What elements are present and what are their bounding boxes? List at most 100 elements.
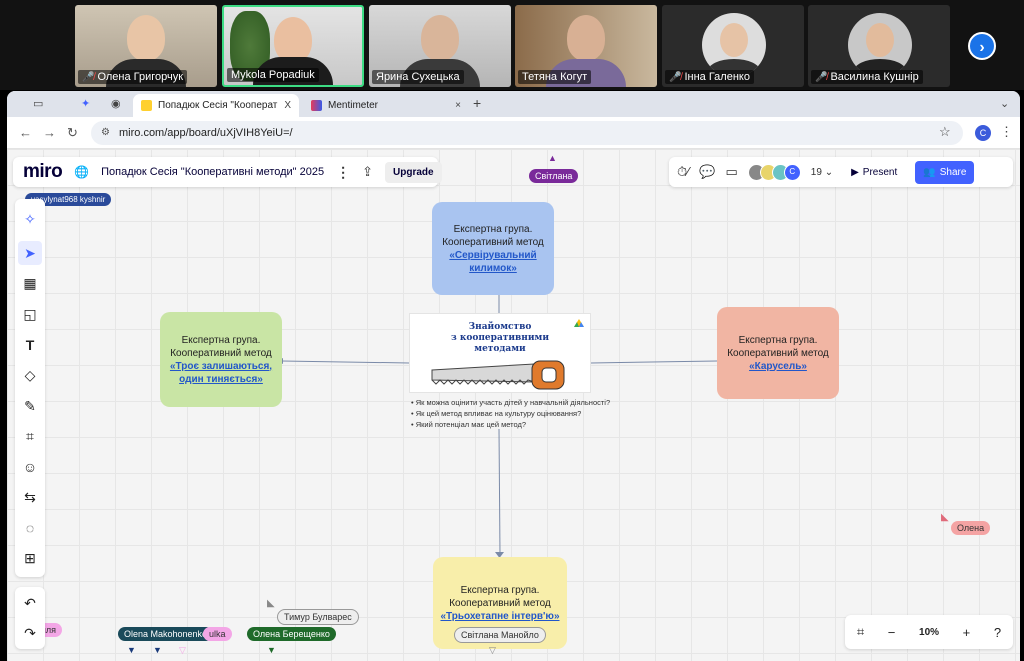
back-icon[interactable]: ← bbox=[19, 125, 32, 140]
present-button[interactable]: ▶ Present bbox=[843, 162, 905, 183]
participant-photo bbox=[848, 13, 912, 77]
zoom-controls: ⌗ − 10% + ? bbox=[845, 615, 1013, 649]
participant-tile-3[interactable]: Ярина Сухецька bbox=[369, 5, 511, 87]
comment-tool-icon[interactable]: ◌ bbox=[18, 516, 42, 540]
card-method-link[interactable]: «Троє залишаються, один тиняється» bbox=[164, 360, 278, 386]
discussion-questions: Як можна оцінити участь дітей у навчальн… bbox=[411, 397, 610, 430]
stickers-icon[interactable]: ☺ bbox=[18, 455, 42, 479]
browser-menu-icon[interactable]: ⋮ bbox=[1000, 124, 1013, 140]
frame-icon[interactable]: ⌗ bbox=[18, 424, 42, 448]
profile-avatar[interactable]: C bbox=[975, 125, 991, 141]
more-tools-icon[interactable]: ⊞ bbox=[18, 546, 42, 570]
close-tab-icon[interactable]: X bbox=[284, 100, 291, 111]
tab-mentimeter[interactable]: Mentimeter × bbox=[303, 94, 469, 117]
share-icon: 👥 bbox=[923, 166, 936, 178]
question-item: Як цей метод впливає на культуру оцінюва… bbox=[411, 408, 610, 419]
sticky-note-icon[interactable]: ◱ bbox=[18, 302, 42, 326]
tab-favicon-dot[interactable]: ◉ bbox=[111, 97, 121, 110]
cursor-arrow-icon: ▼ bbox=[127, 645, 136, 655]
mentimeter-favicon-icon bbox=[311, 100, 322, 111]
cursor-label: Olena Makohonenko bbox=[118, 627, 214, 641]
close-tab-icon[interactable]: × bbox=[455, 100, 461, 111]
browser-window: ▭ ✦ ◉ Попадюк Сесія "Кооперативн" X Ment… bbox=[7, 91, 1020, 661]
history-toolbar: ↶ ↷ bbox=[15, 587, 45, 649]
card-label: Експертна група. bbox=[738, 334, 818, 346]
sticky-card-top[interactable]: Експертна група. Кооперативний метод «Се… bbox=[432, 202, 554, 295]
participant-name: Ярина Сухецька bbox=[372, 70, 464, 84]
cursor-arrow-icon: ◣ bbox=[941, 512, 949, 523]
participant-face bbox=[127, 15, 165, 61]
participant-name: 🎤̸ Олена Григорчук bbox=[78, 70, 188, 84]
center-slide-card[interactable]: Знайомство з кооперативними методами bbox=[409, 313, 591, 393]
miro-favicon-icon bbox=[141, 100, 152, 111]
card-method-link[interactable]: «Сервірувальний килимок» bbox=[436, 249, 550, 275]
board-title[interactable]: Попадюк Сесія "Кооперативні методи" 2025 bbox=[101, 166, 324, 178]
ai-sparkle-icon[interactable]: ✧ bbox=[18, 207, 42, 231]
miro-logo[interactable]: miro bbox=[23, 161, 63, 183]
participant-tile-5[interactable]: 🎤̸ Інна Галенко bbox=[662, 5, 804, 87]
participant-tile-2[interactable]: Mykola Popadiuk bbox=[222, 5, 364, 87]
miro-board-canvas[interactable]: Експертна група. Кооперативний метод «Се… bbox=[7, 149, 1020, 661]
participant-face bbox=[421, 15, 459, 61]
collaborator-avatars[interactable]: C bbox=[747, 163, 801, 181]
participant-tile-6[interactable]: 🎤̸ Василина Кушнір bbox=[808, 5, 950, 87]
tab-bar: ▭ ✦ ◉ Попадюк Сесія "Кооперативн" X Ment… bbox=[7, 91, 1020, 117]
bookmark-star-icon[interactable]: ☆ bbox=[939, 124, 951, 140]
cursor-arrow-icon: ▽ bbox=[489, 645, 496, 655]
reactions-icon[interactable]: ⏱⁄ bbox=[677, 164, 689, 180]
sticky-card-left[interactable]: Експертна група. Кооперативний метод «Тр… bbox=[160, 312, 282, 407]
tab-group-icon[interactable]: ▭ bbox=[33, 97, 43, 110]
connector-icon[interactable]: ⇆ bbox=[18, 485, 42, 509]
new-tab-button[interactable]: + bbox=[473, 95, 481, 111]
card-method-link[interactable]: «Карусель» bbox=[749, 360, 807, 373]
forward-icon[interactable]: → bbox=[43, 125, 56, 140]
mic-off-icon: 🎤̸ bbox=[669, 71, 682, 83]
creation-toolbar: ✧ ➤ ▦ ◱ T ◇ ✎ ⌗ ☺ ⇆ ◌ ⊞ bbox=[15, 199, 45, 577]
sticky-card-right[interactable]: Експертна група. Кооперативний метод «Ка… bbox=[717, 307, 839, 399]
saw-icon bbox=[431, 360, 565, 390]
comments-icon[interactable]: 💬 bbox=[699, 164, 715, 180]
cursor-arrow-icon: ◣ bbox=[267, 598, 275, 609]
sparkle-icon[interactable]: ✦ bbox=[81, 97, 90, 110]
cursor-label: ulka bbox=[203, 627, 232, 641]
tab-miro[interactable]: Попадюк Сесія "Кооперативн" X bbox=[133, 94, 299, 117]
card-label: Експертна група. bbox=[453, 223, 533, 235]
fit-frame-icon[interactable]: ⌗ bbox=[857, 624, 864, 640]
pen-icon[interactable]: ✎ bbox=[18, 394, 42, 418]
board-menu-icon[interactable]: ⋮ bbox=[336, 164, 350, 181]
card-label: Кооперативний метод bbox=[170, 347, 272, 359]
share-button[interactable]: 👥 Share bbox=[915, 160, 975, 184]
site-info-icon[interactable]: ⚙ bbox=[101, 121, 110, 145]
export-icon[interactable]: ⇪ bbox=[362, 164, 373, 180]
zoom-in-icon[interactable]: + bbox=[963, 625, 971, 640]
participant-tile-4[interactable]: Тетяна Когут bbox=[515, 5, 657, 87]
address-bar-row: ← → ↻ ⚙ miro.com/app/board/uXjVIH8YeiU=/… bbox=[7, 117, 1020, 149]
tab-search-icon[interactable]: ⌄ bbox=[1000, 97, 1009, 110]
redo-icon[interactable]: ↷ bbox=[18, 621, 42, 645]
card-label: Експертна група. bbox=[181, 334, 261, 346]
cursor-arrow-icon: ▲ bbox=[548, 153, 557, 163]
text-tool-icon[interactable]: T bbox=[18, 333, 42, 357]
mic-off-icon: 🎤̸ bbox=[82, 71, 95, 83]
participant-count[interactable]: 19 ⌄ bbox=[811, 167, 833, 178]
next-participants-button[interactable]: › bbox=[968, 32, 996, 60]
help-icon[interactable]: ? bbox=[994, 625, 1001, 640]
participant-name: 🎤̸ Інна Галенко bbox=[665, 70, 754, 84]
card-method-link[interactable]: «Трьохетапне інтерв'ю» bbox=[440, 610, 559, 623]
video-call-icon[interactable]: ▭ bbox=[726, 164, 738, 180]
participant-tile-1[interactable]: 🎤̸ Олена Григорчук bbox=[75, 5, 217, 87]
zoom-level[interactable]: 10% bbox=[919, 627, 939, 638]
zoom-out-icon[interactable]: − bbox=[888, 625, 896, 640]
templates-icon[interactable]: ▦ bbox=[18, 271, 42, 295]
cursor-arrow-icon: ▼ bbox=[267, 645, 276, 655]
reload-icon[interactable]: ↻ bbox=[67, 125, 78, 141]
globe-icon[interactable]: 🌐 bbox=[74, 165, 89, 179]
card-label: Кооперативний метод bbox=[727, 347, 829, 359]
select-tool-icon[interactable]: ➤ bbox=[18, 241, 42, 265]
upgrade-button[interactable]: Upgrade bbox=[385, 161, 442, 183]
undo-icon[interactable]: ↶ bbox=[18, 591, 42, 615]
cursor-arrow-icon: ▽ bbox=[179, 645, 186, 655]
shapes-icon[interactable]: ◇ bbox=[18, 363, 42, 387]
card-label: Кооперативний метод bbox=[442, 236, 544, 248]
url-field[interactable]: ⚙ miro.com/app/board/uXjVIH8YeiU=/ bbox=[91, 121, 963, 145]
